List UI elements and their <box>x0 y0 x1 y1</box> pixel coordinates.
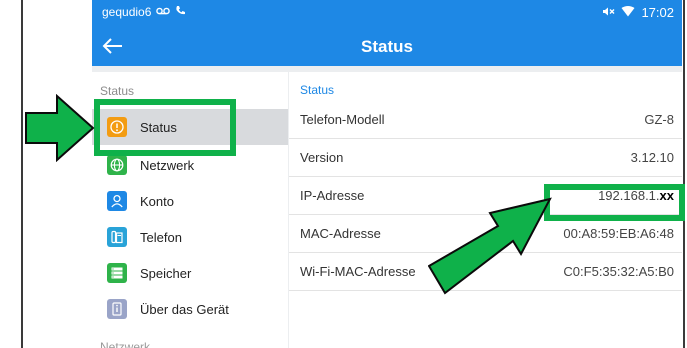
user-icon <box>107 191 127 211</box>
device-screen: gequdio6 17:02 Status Status Status Netz… <box>92 0 682 348</box>
globe-icon <box>107 155 127 175</box>
sidebar-item-ueber-das-geraet[interactable]: Über das Gerät <box>92 291 288 327</box>
sidebar-item-telefon[interactable]: Telefon <box>92 219 288 255</box>
arrow-up-right-icon <box>428 197 552 295</box>
row-value: 3.12.10 <box>630 150 674 165</box>
mute-icon <box>602 5 615 20</box>
sidebar-section-label: Status <box>100 84 135 98</box>
info-row-model: Telefon-Modell GZ-8 <box>289 101 682 139</box>
sidebar-next-section-label: Netzwerk <box>100 340 151 348</box>
phone-icon <box>107 227 127 247</box>
panel-header: Status <box>300 83 335 97</box>
sidebar-item-label: Speicher <box>140 265 192 281</box>
device-info-icon <box>107 299 127 319</box>
sidebar-item-label: Konto <box>140 193 174 209</box>
frame-right-edge <box>683 0 685 348</box>
row-key: Wi-Fi-MAC-Adresse <box>300 264 416 279</box>
highlight-box-ip <box>544 184 685 221</box>
row-key: IP-Adresse <box>300 188 365 203</box>
row-key: Telefon-Modell <box>300 112 385 127</box>
app-bar: Status <box>92 26 682 66</box>
info-row-version: Version 3.12.10 <box>289 139 682 177</box>
row-value: 00:A8:59:EB:A6:48 <box>563 226 674 241</box>
sidebar-item-speicher[interactable]: Speicher <box>92 255 288 291</box>
row-key: MAC-Adresse <box>300 226 381 241</box>
wifi-icon <box>621 5 635 20</box>
frame-left-edge <box>21 0 23 348</box>
row-key: Version <box>300 150 344 165</box>
device-name: gequdio6 <box>102 5 152 19</box>
page-title: Status <box>361 37 413 56</box>
row-value: GZ-8 <box>644 112 674 127</box>
voicemail-icon <box>156 5 171 19</box>
row-value: C0:F5:35:32:A5:B0 <box>563 264 674 279</box>
arrow-right-icon <box>25 94 95 162</box>
sidebar-item-label: Über das Gerät <box>140 301 229 317</box>
highlight-box-status <box>94 99 236 156</box>
sidebar-item-label: Telefon <box>140 229 182 245</box>
storage-icon <box>107 263 127 283</box>
call-icon <box>175 5 186 19</box>
sidebar-item-label: Netzwerk <box>140 157 195 173</box>
clock-time: 17:02 <box>641 5 674 20</box>
status-bar: gequdio6 17:02 <box>92 0 682 26</box>
sidebar-item-konto[interactable]: Konto <box>92 183 288 219</box>
